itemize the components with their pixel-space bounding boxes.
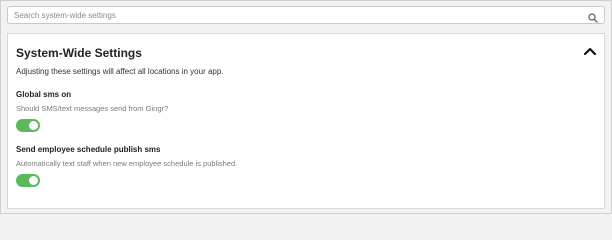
setting-description-global-sms: Should SMS/text messages send from Gingr… xyxy=(16,104,169,113)
setting-description-employee-schedule-sms: Automatically text staff when new employ… xyxy=(16,159,238,168)
employee-schedule-sms-toggle[interactable] xyxy=(16,174,40,187)
search-icon[interactable] xyxy=(588,10,598,23)
setting-label-global-sms: Global sms on xyxy=(16,90,72,99)
setting-label-employee-schedule-sms: Send employee schedule publish sms xyxy=(16,145,161,154)
system-wide-settings-section: System-Wide Settings Adjusting these set… xyxy=(7,33,605,209)
toggle-knob xyxy=(29,176,38,185)
search-bar xyxy=(7,6,605,24)
global-sms-toggle[interactable] xyxy=(16,119,40,132)
search-input[interactable] xyxy=(8,7,584,23)
toggle-knob xyxy=(29,121,38,130)
chevron-up-icon[interactable] xyxy=(582,44,598,58)
section-subtitle: Adjusting these settings will affect all… xyxy=(16,67,224,76)
settings-page: System-Wide Settings Adjusting these set… xyxy=(0,0,612,214)
section-title: System-Wide Settings xyxy=(16,46,142,60)
